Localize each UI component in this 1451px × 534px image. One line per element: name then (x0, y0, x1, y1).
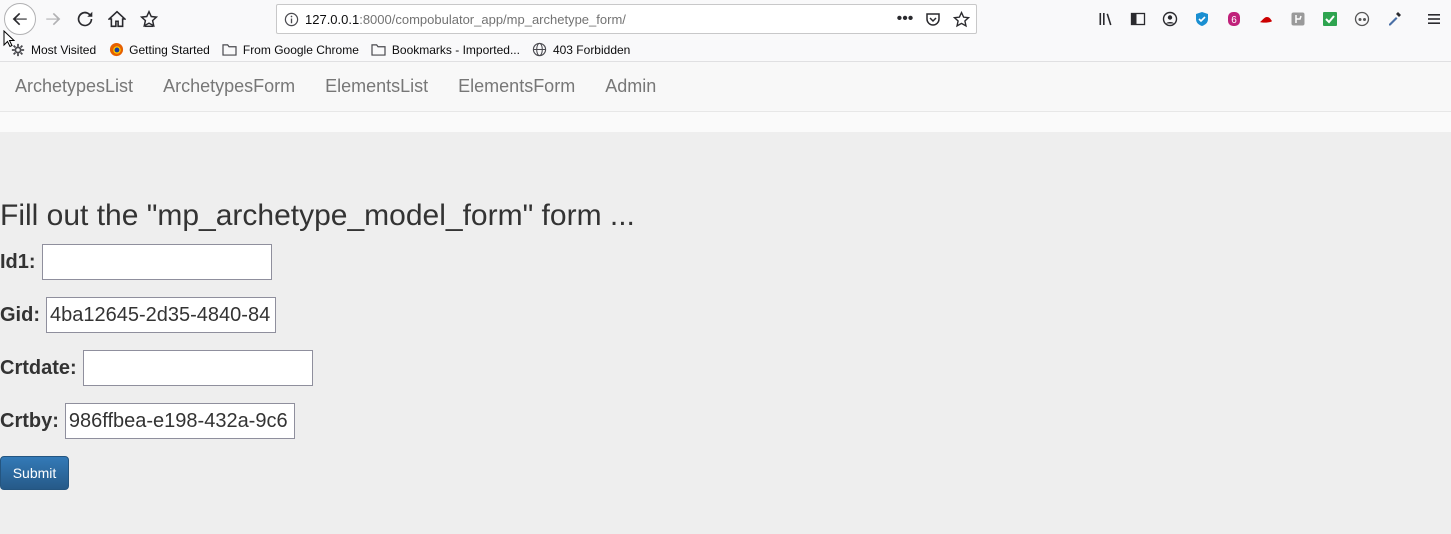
eyedropper-icon[interactable] (1378, 4, 1410, 34)
url-bar[interactable]: 127.0.0.1:8000/compobulator_app/mp_arche… (276, 4, 977, 34)
crtdate-label: Crtdate: (0, 356, 77, 379)
crtby-input[interactable] (64, 403, 295, 439)
redhat-icon[interactable] (1250, 4, 1282, 34)
bookmark-label: Getting Started (129, 42, 210, 57)
mouse-cursor-icon (3, 30, 15, 48)
url-host: 127.0.0.1 (305, 11, 360, 27)
bookmark-folder-chrome[interactable]: From Google Chrome (222, 42, 359, 58)
bookmark-folder-imported[interactable]: Bookmarks - Imported... (371, 42, 520, 58)
url-text[interactable]: 127.0.0.1:8000/compobulator_app/mp_arche… (305, 12, 626, 27)
pocket-icon[interactable] (922, 8, 944, 30)
bookmark-label: 403 Forbidden (552, 42, 631, 57)
globe-icon (532, 42, 548, 58)
back-arrow-icon (12, 12, 27, 26)
star-icon[interactable] (950, 8, 972, 30)
menu-icon[interactable] (1418, 4, 1450, 34)
home-icon (108, 10, 126, 28)
nav-admin[interactable]: Admin (605, 76, 656, 97)
gid-label: Gid: (0, 303, 40, 326)
navbar-spacer (0, 112, 1451, 132)
library-icon[interactable] (1090, 4, 1122, 34)
account-icon[interactable] (1154, 4, 1186, 34)
bookmark-403-forbidden[interactable]: 403 Forbidden (532, 42, 630, 58)
id1-input[interactable] (41, 244, 272, 280)
crtby-label: Crtby: (0, 409, 59, 432)
submit-button[interactable]: Submit (0, 456, 69, 490)
site-navbar: ArchetypesList ArchetypesForm ElementsLi… (0, 62, 1451, 112)
page-actions-icon[interactable]: ••• (894, 8, 916, 30)
extension-pink-icon[interactable]: 6 (1218, 4, 1250, 34)
svg-text:6: 6 (1231, 15, 1237, 26)
nav-elements-list[interactable]: ElementsList (325, 76, 428, 97)
shield-extension-icon[interactable] (1186, 4, 1218, 34)
url-path: :8000/compobulator_app/mp_archetype_form… (359, 11, 626, 27)
bookmarks-toolbar: Most Visited Getting Started From Google… (0, 38, 1451, 62)
bookmark-star-icon[interactable] (134, 4, 164, 34)
bookmark-label: From Google Chrome (242, 42, 359, 57)
id1-label: Id1: (0, 250, 36, 273)
bookmark-label: Most Visited (31, 42, 97, 57)
sidebar-icon[interactable] (1122, 4, 1154, 34)
main-content: Fill out the "mp_archetype_model_form" f… (0, 132, 1451, 534)
nav-archetypes-form[interactable]: ArchetypesForm (163, 76, 295, 97)
nav-elements-form[interactable]: ElementsForm (458, 76, 575, 97)
firefox-icon (108, 42, 124, 58)
id1-row: Id1: (0, 244, 272, 280)
info-icon[interactable] (277, 12, 305, 27)
check-extension-icon[interactable] (1314, 4, 1346, 34)
reload-button[interactable] (70, 4, 100, 34)
gid-row: Gid: (0, 297, 276, 333)
home-button[interactable] (102, 4, 132, 34)
nav-archetypes-list[interactable]: ArchetypesList (15, 76, 133, 97)
crtdate-row: Crtdate: (0, 350, 313, 386)
forward-button[interactable] (38, 4, 68, 34)
crtdate-input[interactable] (82, 350, 313, 386)
bookmark-getting-started[interactable]: Getting Started (108, 42, 210, 58)
form-title: Fill out the "mp_archetype_model_form" f… (0, 199, 635, 232)
bookmark-label: Bookmarks - Imported... (391, 42, 520, 57)
spy-extension-icon[interactable] (1346, 4, 1378, 34)
browser-toolbar: 127.0.0.1:8000/compobulator_app/mp_arche… (0, 0, 1451, 38)
gid-input[interactable] (46, 297, 276, 333)
folder-icon (371, 42, 387, 58)
extension-grey-icon[interactable] (1282, 4, 1314, 34)
crtby-row: Crtby: (0, 403, 295, 439)
forward-arrow-icon (46, 12, 61, 26)
bookmark-most-visited[interactable]: Most Visited (10, 42, 96, 58)
folder-icon (222, 42, 238, 58)
reload-icon (77, 11, 93, 27)
